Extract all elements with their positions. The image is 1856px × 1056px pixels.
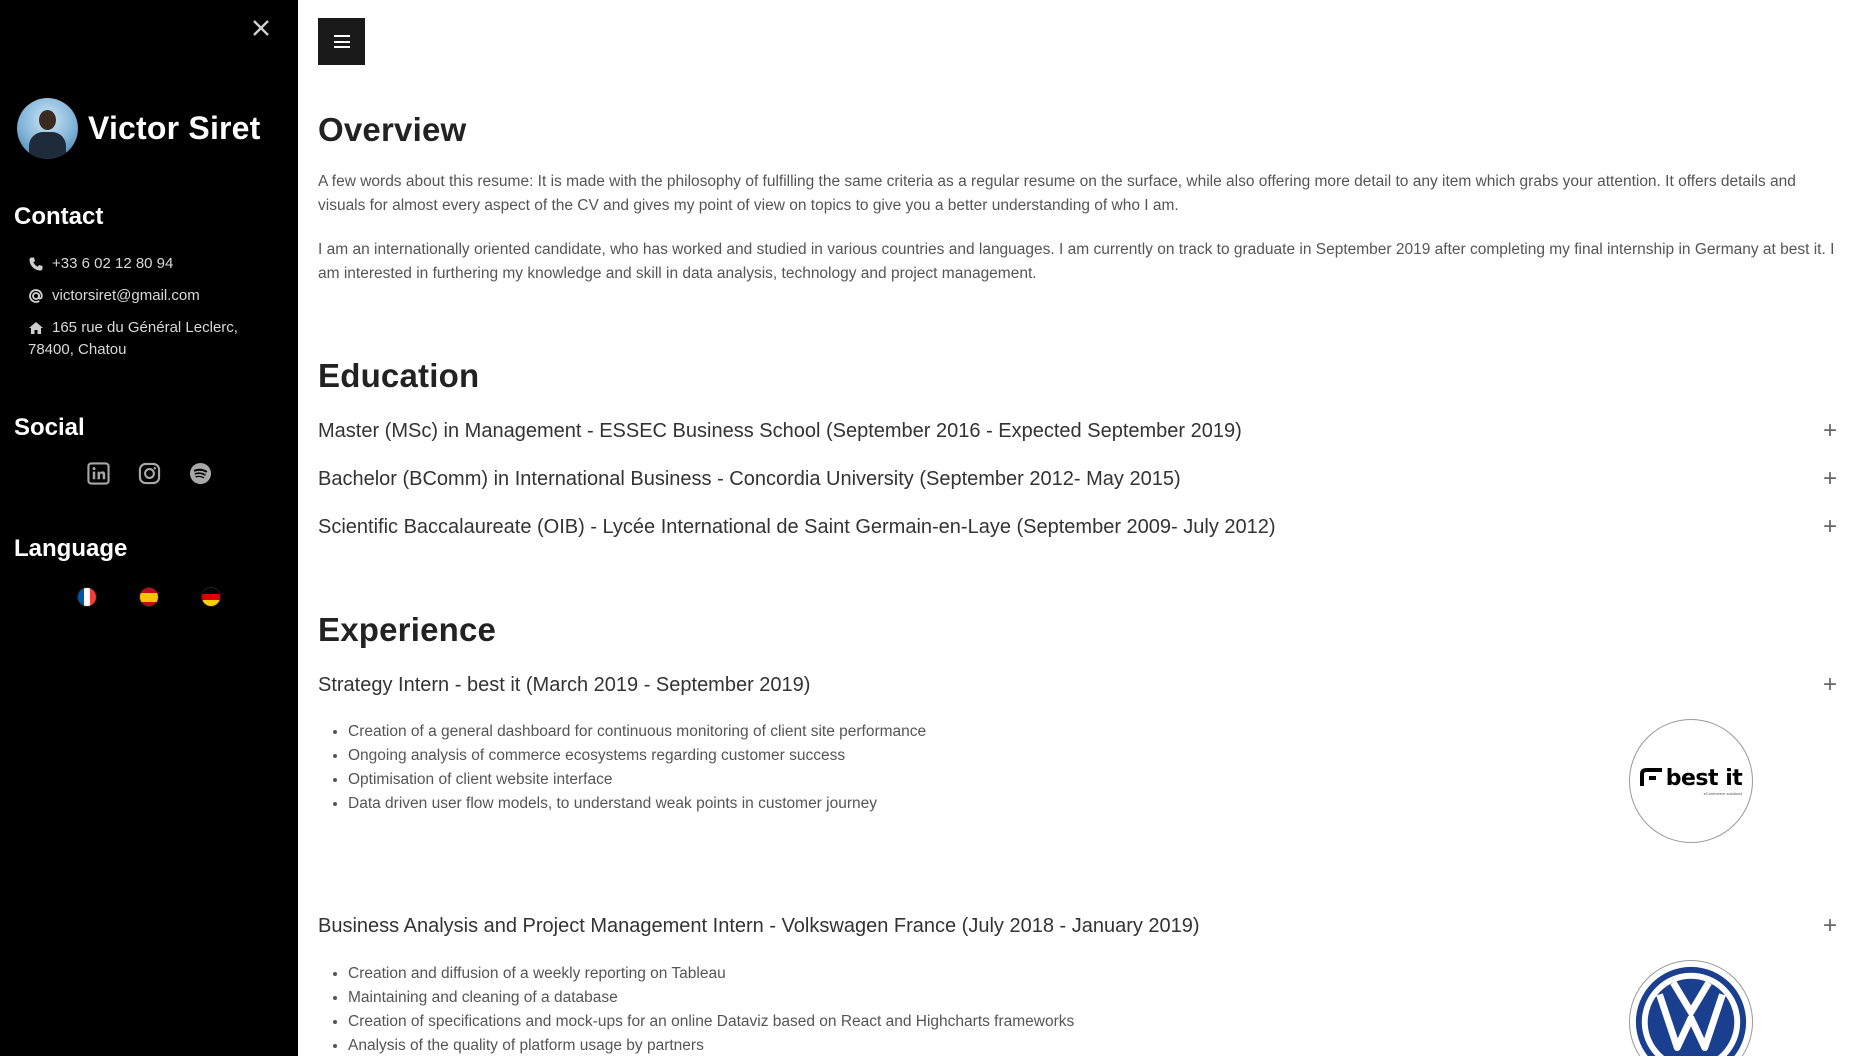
language-flags bbox=[0, 587, 298, 607]
education-title: Education bbox=[318, 357, 480, 394]
education-item[interactable]: Bachelor (BComm) in International Busine… bbox=[318, 465, 1840, 493]
avatar bbox=[17, 98, 78, 159]
education-item-label: Bachelor (BComm) in International Busine… bbox=[318, 467, 1181, 490]
expand-icon: + bbox=[1822, 513, 1837, 540]
contact-email[interactable]: victorsiret@gmail.com bbox=[28, 285, 200, 307]
education-item-label: Master (MSc) in Management - ESSEC Busin… bbox=[318, 419, 1242, 442]
home-icon bbox=[28, 320, 44, 336]
bestit-mark-icon bbox=[1639, 767, 1662, 786]
social-links bbox=[0, 462, 298, 485]
language-title: Language bbox=[14, 535, 128, 562]
list-item: Optimisation of client website interface bbox=[348, 768, 926, 792]
close-sidebar-button[interactable] bbox=[247, 14, 275, 42]
experience-item[interactable]: Business Analysis and Project Management… bbox=[318, 912, 1840, 940]
bestit-logo-subtext: eCommerce solutions bbox=[1703, 791, 1743, 796]
close-icon bbox=[253, 20, 269, 36]
social-title: Social bbox=[14, 414, 85, 441]
expand-icon: + bbox=[1822, 912, 1837, 939]
experience-bullets: Creation of a general dashboard for cont… bbox=[348, 720, 926, 816]
bestit-logo-text: best it bbox=[1665, 766, 1743, 791]
spotify-icon bbox=[189, 462, 211, 485]
expand-icon: + bbox=[1822, 417, 1837, 444]
address-line2: 78400, Chatou bbox=[28, 341, 127, 358]
phone-icon bbox=[28, 256, 44, 272]
phone-text: +33 6 02 12 80 94 bbox=[52, 255, 174, 272]
sidebar: Victor Siret Contact +33 6 02 12 80 94 v… bbox=[0, 0, 298, 1056]
overview-paragraph-2: I am an internationally oriented candida… bbox=[318, 241, 1835, 282]
overview-title: Overview bbox=[318, 111, 467, 148]
education-item[interactable]: Scientific Baccalaureate (OIB) - Lycée I… bbox=[318, 513, 1840, 541]
education-item[interactable]: Master (MSc) in Management - ESSEC Busin… bbox=[318, 417, 1840, 445]
experience-item-label: Business Analysis and Project Management… bbox=[318, 914, 1200, 937]
list-item: Creation of specifications and mock-ups … bbox=[348, 1010, 1074, 1034]
experience-item-label: Strategy Intern - best it (March 2019 - … bbox=[318, 673, 811, 696]
bestit-logo: best it eCommerce solutions bbox=[1629, 719, 1753, 843]
experience-bullets: Creation and diffusion of a weekly repor… bbox=[348, 962, 1074, 1056]
list-item: Creation and diffusion of a weekly repor… bbox=[348, 962, 1074, 986]
overview-paragraph-1: A few words about this resume: It is mad… bbox=[318, 173, 1796, 214]
list-item: Analysis of the quality of platform usag… bbox=[348, 1034, 1074, 1056]
profile: Victor Siret bbox=[17, 98, 261, 159]
instagram-link[interactable] bbox=[138, 462, 161, 485]
volkswagen-logo bbox=[1629, 960, 1753, 1056]
instagram-icon bbox=[138, 462, 160, 485]
profile-name: Victor Siret bbox=[88, 110, 261, 146]
flag-de-icon[interactable] bbox=[201, 587, 221, 607]
at-icon bbox=[28, 288, 44, 304]
main-content: Overview A few words about this resume: … bbox=[298, 0, 1856, 1056]
linkedin-link[interactable] bbox=[86, 462, 110, 485]
experience-title: Experience bbox=[318, 611, 497, 648]
experience-item[interactable]: Strategy Intern - best it (March 2019 - … bbox=[318, 671, 1840, 699]
list-item: Data driven user flow models, to underst… bbox=[348, 792, 926, 816]
email-text: victorsiret@gmail.com bbox=[52, 287, 200, 304]
hamburger-icon bbox=[333, 35, 350, 48]
contact-title: Contact bbox=[14, 203, 104, 230]
menu-toggle-button[interactable] bbox=[318, 18, 365, 65]
linkedin-icon bbox=[86, 462, 110, 485]
expand-icon: + bbox=[1822, 465, 1837, 492]
flag-fr-icon[interactable] bbox=[77, 587, 97, 607]
address-line1: 165 rue du Général Leclerc, bbox=[52, 319, 238, 336]
flag-es-icon[interactable] bbox=[139, 587, 159, 607]
spotify-link[interactable] bbox=[189, 462, 212, 485]
contact-phone[interactable]: +33 6 02 12 80 94 bbox=[28, 253, 173, 275]
education-item-label: Scientific Baccalaureate (OIB) - Lycée I… bbox=[318, 515, 1276, 538]
volkswagen-logo-icon bbox=[1635, 966, 1747, 1056]
contact-address-2: 78400, Chatou bbox=[28, 339, 126, 361]
list-item: Ongoing analysis of commerce ecosystems … bbox=[348, 744, 926, 768]
contact-address: 165 rue du Général Leclerc, bbox=[28, 317, 238, 339]
list-item: Creation of a general dashboard for cont… bbox=[348, 720, 926, 744]
list-item: Maintaining and cleaning of a database bbox=[348, 986, 1074, 1010]
expand-icon: + bbox=[1822, 671, 1837, 698]
